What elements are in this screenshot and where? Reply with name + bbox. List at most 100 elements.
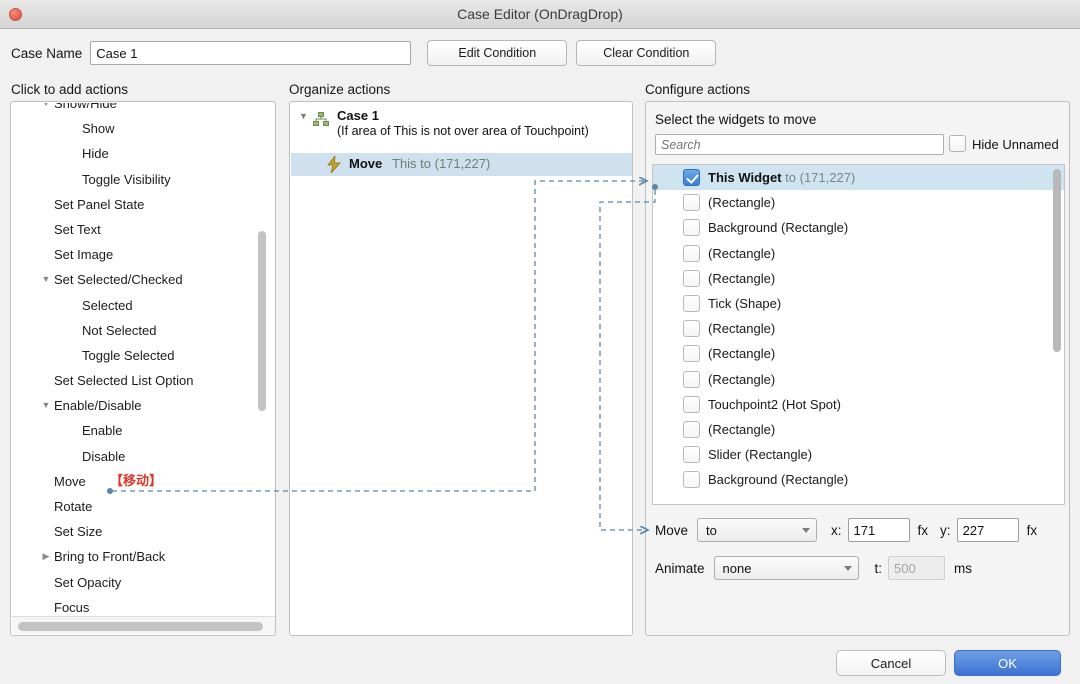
edit-condition-button[interactable]: Edit Condition: [427, 40, 568, 66]
ok-button[interactable]: OK: [954, 650, 1061, 676]
action-tree-item[interactable]: Set Selected List Option: [12, 368, 261, 393]
widget-checkbox[interactable]: [683, 320, 700, 338]
widget-list-scroll-thumb[interactable]: [1053, 169, 1061, 352]
cancel-button[interactable]: Cancel: [836, 650, 946, 676]
widget-list-item[interactable]: Slider (Rectangle): [653, 442, 1064, 467]
action-tree-horizontal-thumb[interactable]: [18, 622, 263, 631]
configure-section-title: Select the widgets to move: [655, 112, 817, 127]
widget-list-item[interactable]: (Rectangle): [653, 341, 1064, 366]
widget-checkbox[interactable]: [683, 269, 700, 287]
case-tree-node[interactable]: ▼ Case 1 (If area of This is not over ar…: [291, 103, 632, 153]
action-tree-item-label: Selected: [82, 297, 133, 313]
action-tree-item-label: Enable: [82, 423, 123, 439]
window-titlebar: Case Editor (OnDragDrop): [0, 0, 1080, 29]
widget-list-item[interactable]: (Rectangle): [653, 266, 1064, 291]
window-title: Case Editor (OnDragDrop): [457, 6, 623, 22]
widget-list[interactable]: This Widget to (171,227) (Rectangle) Backg…: [652, 164, 1065, 505]
action-tree-item[interactable]: Set Opacity: [12, 570, 261, 595]
action-tree-item[interactable]: Disable: [12, 444, 261, 469]
widget-list-item[interactable]: Touchpoint2 (Hot Spot): [653, 392, 1064, 417]
action-tree-item-label: Rotate: [54, 499, 93, 514]
widget-checkbox[interactable]: [683, 395, 700, 413]
action-tree-item[interactable]: ▶ Bring to Front/Back: [12, 544, 261, 569]
action-tree-list[interactable]: ▼ Show/Hide Show Hide Toggle Visibility Set P…: [12, 103, 261, 616]
y-fx-button[interactable]: fx: [1027, 523, 1038, 538]
action-tree-item[interactable]: Focus: [12, 595, 261, 616]
widget-checkbox[interactable]: [683, 194, 700, 212]
widget-label: Background (Rectangle): [708, 220, 848, 235]
widget-label: This Widget to (171,227): [708, 170, 855, 185]
action-tree-item[interactable]: Toggle Visibility: [12, 167, 261, 192]
widget-label: Touchpoint2 (Hot Spot): [708, 397, 841, 412]
widget-checkbox[interactable]: [683, 294, 700, 312]
widget-checkbox[interactable]: [683, 446, 700, 464]
widget-rows: This Widget to (171,227) (Rectangle) Backg…: [653, 165, 1064, 492]
action-tree-horizontal-scrollbar[interactable]: [12, 616, 275, 634]
middle-column-header: Organize actions: [289, 82, 391, 97]
move-mode-select[interactable]: to: [697, 518, 818, 542]
action-tree-item[interactable]: Set Text: [12, 217, 261, 242]
action-tree-item[interactable]: Show: [12, 116, 261, 141]
action-tree-item[interactable]: ▼ Show/Hide: [12, 103, 261, 116]
chevron-right-icon[interactable]: ▶: [40, 544, 52, 569]
widget-list-item[interactable]: Background (Rectangle): [653, 215, 1064, 240]
action-tree-item[interactable]: Set Image: [12, 242, 261, 267]
action-tree-item[interactable]: Not Selected: [12, 318, 261, 343]
action-tree-item-label: Set Selected/Checked: [54, 272, 183, 288]
chevron-down-icon[interactable]: ▼: [40, 393, 52, 418]
action-tree-item[interactable]: Selected: [12, 293, 261, 318]
widget-checkbox[interactable]: [683, 169, 700, 186]
action-tree-item[interactable]: Enable: [12, 418, 261, 443]
widget-checkbox[interactable]: [683, 471, 700, 489]
configure-actions-panel: Select the widgets to move Hide Unnamed …: [645, 101, 1070, 636]
widget-name: Tick (Shape): [708, 295, 782, 311]
y-input[interactable]: [956, 518, 1019, 542]
action-tree-item-label: Set Panel State: [54, 196, 145, 212]
action-tree-vertical-scrollbar[interactable]: [258, 103, 266, 616]
action-tree-item-label: Move: [54, 473, 86, 489]
widget-list-item[interactable]: This Widget to (171,227): [653, 165, 1064, 191]
clear-condition-button[interactable]: Clear Condition: [576, 40, 717, 66]
widget-list-item[interactable]: Tick (Shape): [653, 291, 1064, 316]
action-tree-vertical-thumb[interactable]: [258, 231, 266, 411]
animate-select[interactable]: none: [713, 556, 859, 580]
widget-label: Tick (Shape): [708, 296, 781, 311]
action-tree-item[interactable]: Hide: [12, 141, 261, 166]
widget-list-item[interactable]: (Rectangle): [653, 241, 1064, 266]
search-input[interactable]: [655, 134, 944, 155]
duration-input[interactable]: [888, 556, 946, 580]
move-action-node[interactable]: Move This to (171,227): [291, 153, 632, 176]
chevron-down-icon[interactable]: ▼: [40, 267, 52, 292]
action-tree-item[interactable]: ▼ Set Selected/Checked: [12, 267, 261, 292]
widget-list-item[interactable]: (Rectangle): [653, 316, 1064, 341]
case-name-input[interactable]: [90, 41, 412, 65]
x-fx-button[interactable]: fx: [918, 523, 929, 538]
chevron-down-icon[interactable]: ▼: [299, 111, 308, 121]
widget-suffix: to (171,227): [781, 170, 856, 185]
chevron-down-icon[interactable]: ▼: [40, 103, 52, 116]
widget-list-item[interactable]: Background (Rectangle): [653, 467, 1064, 492]
x-input[interactable]: [847, 518, 910, 542]
case-node-title: Case 1: [337, 108, 379, 123]
widget-checkbox[interactable]: [683, 219, 700, 237]
widget-list-item[interactable]: (Rectangle): [653, 417, 1064, 442]
action-tree-item-label: Hide: [82, 146, 109, 162]
case-node-condition: (If area of This is not over area of Tou…: [337, 124, 589, 138]
widget-list-item[interactable]: (Rectangle): [653, 190, 1064, 215]
hide-unnamed-checkbox[interactable]: [949, 135, 966, 152]
widget-list-item[interactable]: (Rectangle): [653, 367, 1064, 392]
action-tree-item[interactable]: Rotate: [12, 494, 261, 519]
widget-label: (Rectangle): [708, 271, 775, 286]
action-tree-item-label: Set Text: [54, 221, 101, 237]
widget-checkbox[interactable]: [683, 345, 700, 363]
widget-name: This Widget: [708, 170, 782, 185]
action-tree-item[interactable]: Set Panel State: [12, 192, 261, 217]
action-tree-item[interactable]: Toggle Selected: [12, 343, 261, 368]
action-tree-item[interactable]: ▼ Enable/Disable: [12, 393, 261, 418]
animate-config-row: Animate none t: ms: [655, 556, 972, 580]
widget-checkbox[interactable]: [683, 370, 700, 388]
case-name-row: Case Name Edit Condition Clear Condition: [0, 29, 1080, 77]
widget-checkbox[interactable]: [683, 244, 700, 262]
action-tree-item[interactable]: Set Size: [12, 519, 261, 544]
widget-checkbox[interactable]: [683, 420, 700, 438]
